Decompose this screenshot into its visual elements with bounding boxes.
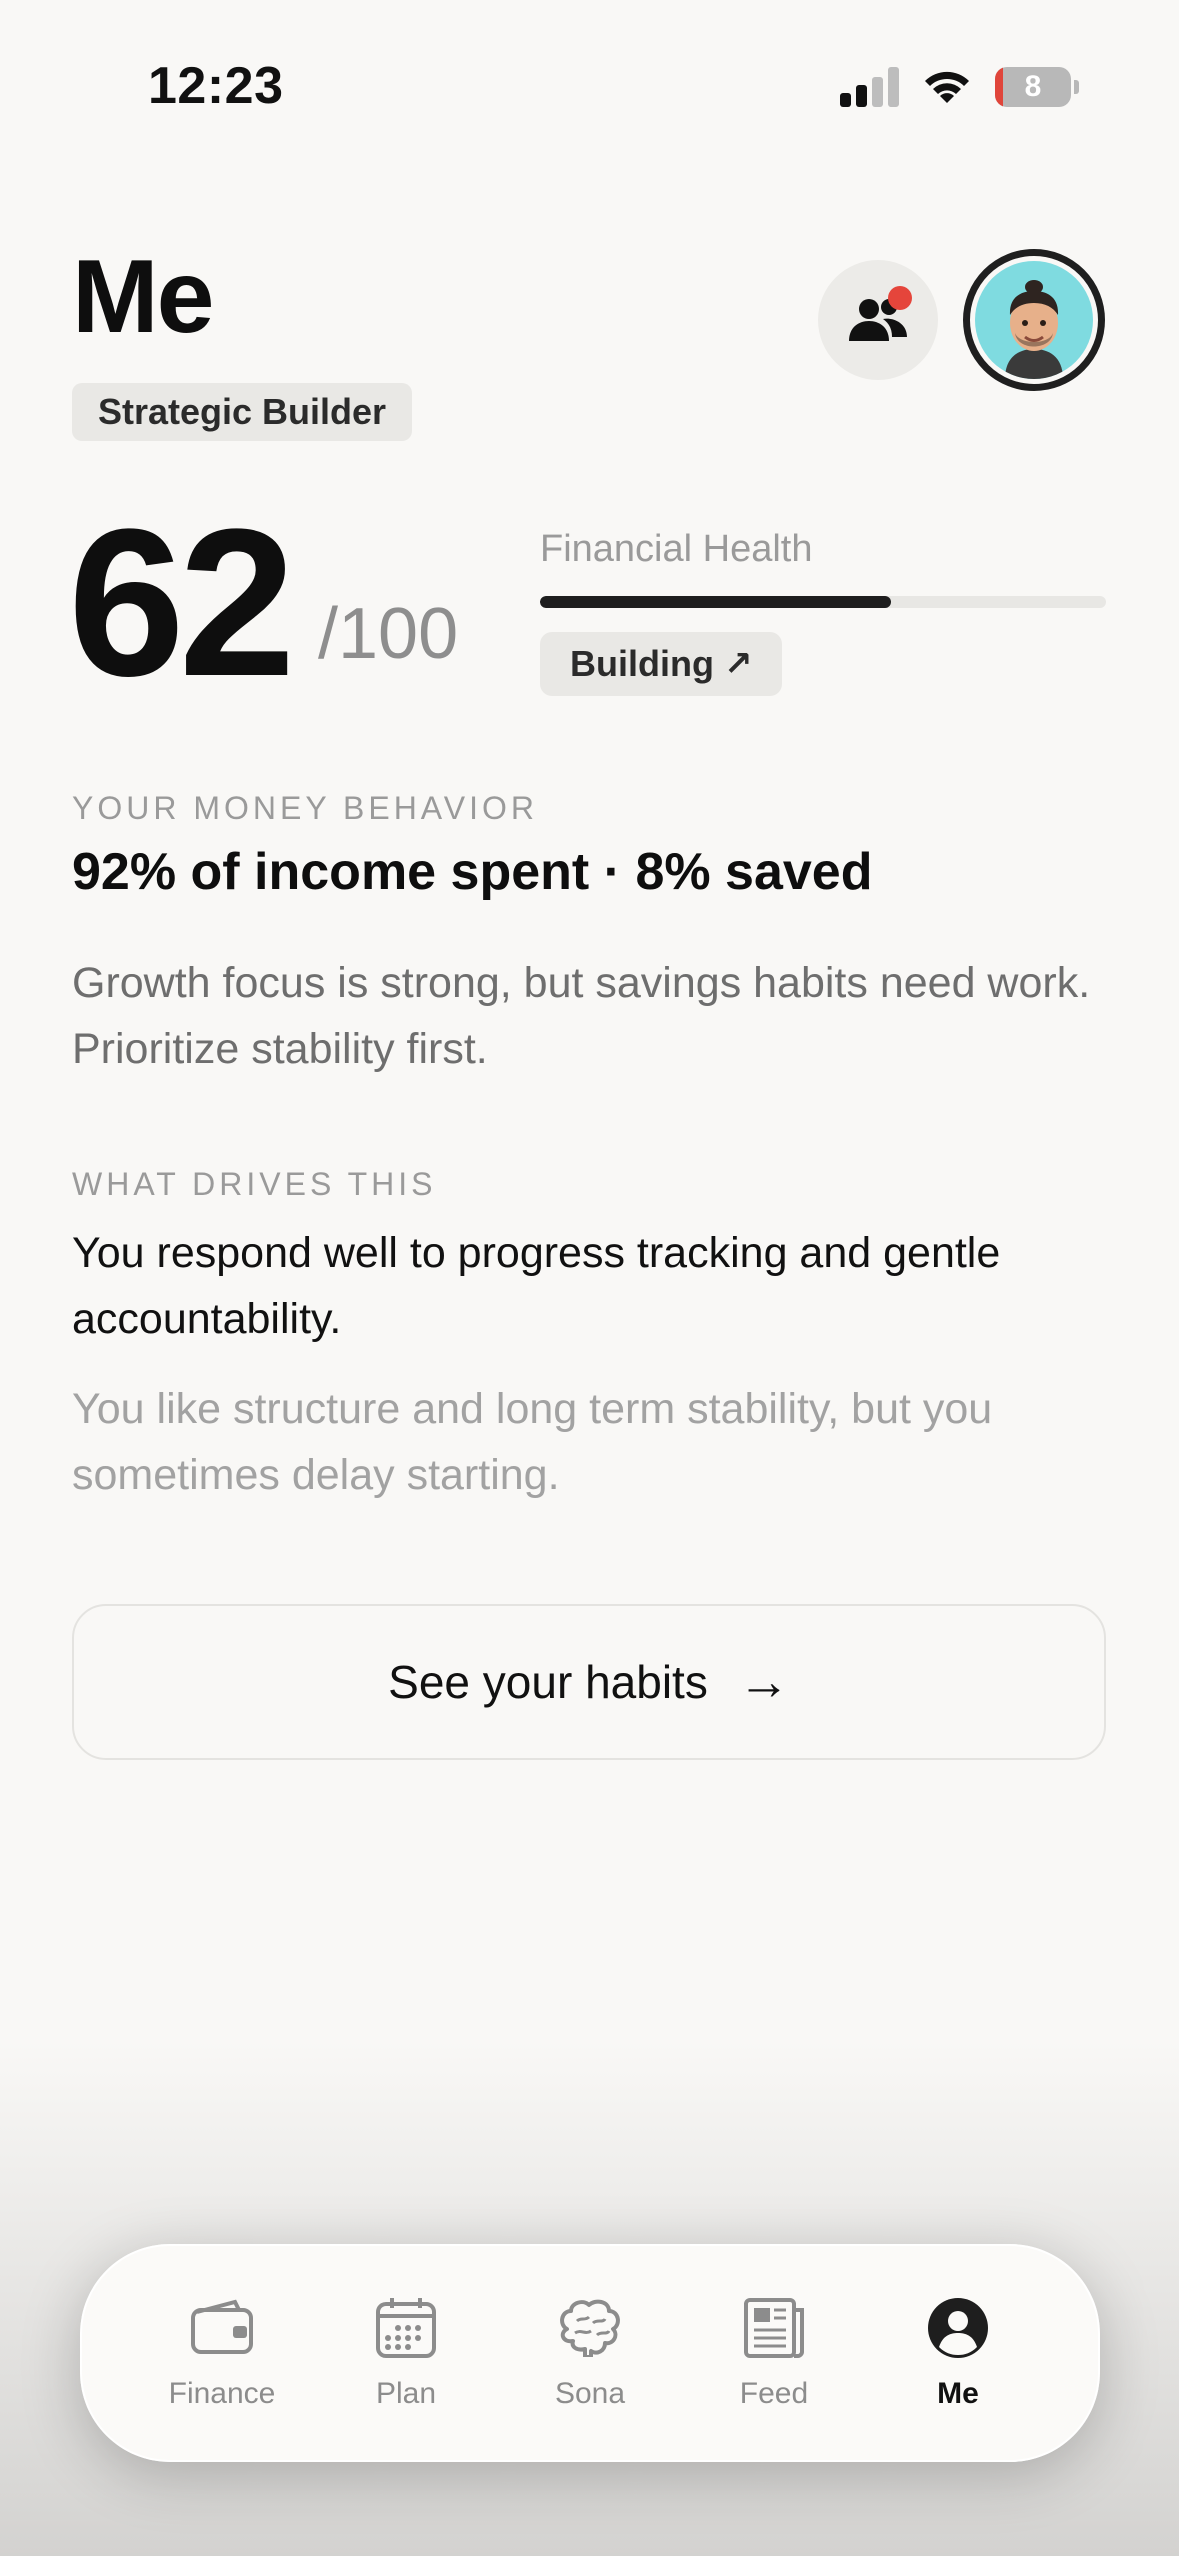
drivers-primary-text: You respond well to progress tracking an… — [72, 1229, 1001, 1343]
tab-plan-label: Plan — [375, 2377, 437, 2410]
money-behavior-eyebrow: YOUR MONEY BEHAVIOR — [72, 790, 538, 826]
me-screen: 12:23 8 Me Strategic Builder 62 /100 Fin… — [0, 0, 1179, 2556]
brain-icon — [560, 2299, 620, 2357]
arrow-up-right-icon: ↗ — [723, 645, 753, 683]
tab-feed-label: Feed — [739, 2377, 809, 2410]
wallet-icon — [191, 2299, 253, 2354]
tab-me[interactable]: Me — [878, 2295, 1038, 2411]
calendar-icon — [376, 2298, 436, 2358]
memoji-avatar-icon — [1005, 280, 1063, 379]
health-status-button[interactable]: Building ↗ — [540, 632, 783, 696]
newspaper-icon — [744, 2298, 804, 2358]
financial-health-progress-bar — [540, 596, 1106, 608]
tab-bar: Finance Plan Sona Feed Me — [80, 2244, 1100, 2462]
battery-level-text: 8 — [1024, 70, 1042, 103]
status-time: 12:23 — [148, 57, 284, 115]
tab-finance[interactable]: Finance — [142, 2295, 302, 2411]
tab-sona-label: Sona — [554, 2377, 626, 2410]
profile-icon — [928, 2298, 988, 2358]
tab-sona[interactable]: Sona — [510, 2295, 670, 2411]
tab-feed[interactable]: Feed — [694, 2295, 854, 2411]
status-icons: 8 — [840, 62, 1079, 112]
see-habits-label: See your habits — [388, 1656, 708, 1708]
tab-plan[interactable]: Plan — [326, 2295, 486, 2411]
money-behavior-headline: 92% of income spent · 8% saved — [72, 843, 873, 901]
page-title: Me — [72, 239, 214, 355]
financial-health-progress-fill — [540, 596, 891, 608]
health-status-label: Building — [570, 643, 714, 684]
tab-finance-label: Finance — [168, 2377, 276, 2410]
tab-me-label: Me — [937, 2377, 979, 2410]
cellular-signal-icon — [840, 67, 899, 107]
money-behavior-description: Growth focus is strong, but savings habi… — [72, 959, 1091, 1073]
drivers-secondary-text: You like structure and long term stabili… — [72, 1385, 993, 1499]
drivers-eyebrow: WHAT DRIVES THIS — [72, 1166, 437, 1202]
avatar[interactable] — [963, 249, 1105, 391]
battery-icon: 8 — [995, 67, 1079, 107]
notification-dot — [888, 286, 912, 310]
friends-button[interactable] — [818, 260, 938, 380]
wifi-icon — [925, 71, 969, 103]
arrow-right-icon: → — [737, 1653, 790, 1711]
health-score-max: /100 — [318, 594, 459, 674]
archetype-badge: Strategic Builder — [72, 383, 413, 441]
health-score-value: 62 — [68, 485, 296, 720]
financial-health-label: Financial Health — [540, 528, 813, 570]
see-habits-button[interactable]: See your habits → — [72, 1604, 1106, 1760]
